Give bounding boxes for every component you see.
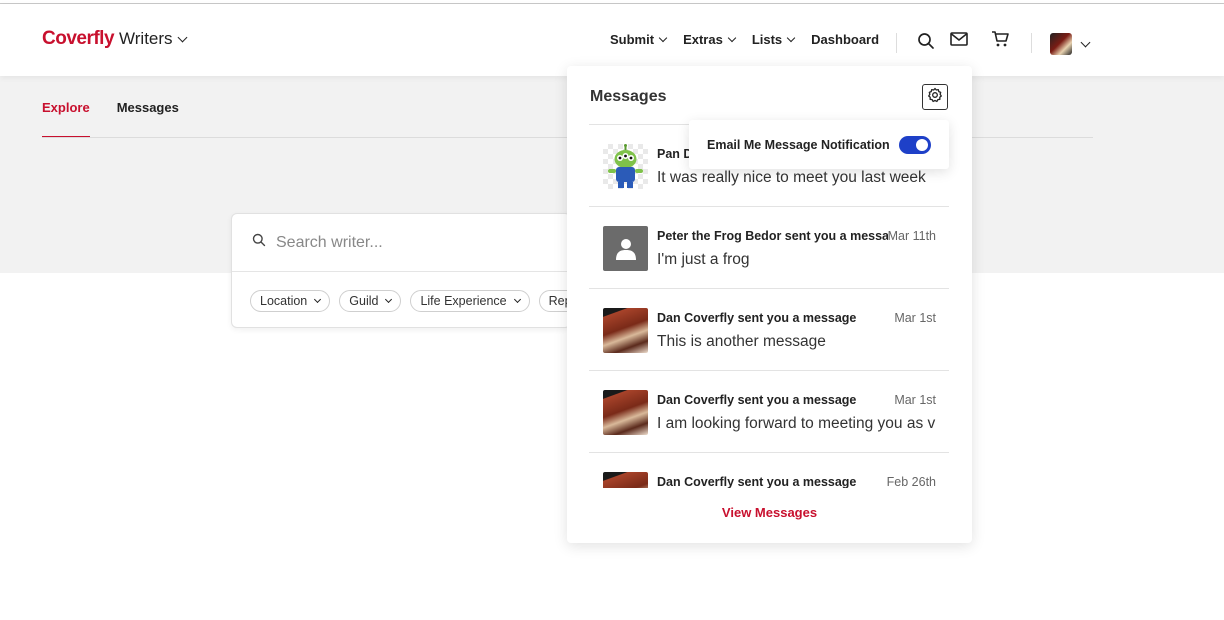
search-icon[interactable] bbox=[917, 32, 935, 55]
chevron-down-icon bbox=[385, 295, 393, 304]
filter-life-experience[interactable]: Life Experience bbox=[410, 290, 530, 312]
message-list: Pan D It was really nice to meet you las… bbox=[589, 125, 949, 488]
view-messages-link[interactable]: View Messages bbox=[567, 505, 972, 520]
chevron-down-icon bbox=[786, 33, 796, 42]
nav-divider bbox=[1031, 33, 1032, 53]
gear-icon bbox=[927, 87, 943, 108]
search-row bbox=[232, 214, 570, 272]
avatar bbox=[1050, 33, 1072, 55]
avatar bbox=[603, 472, 648, 488]
avatar bbox=[603, 144, 648, 189]
toggle-knob bbox=[916, 139, 928, 151]
chevron-down-icon bbox=[177, 32, 187, 42]
brand-logo: Coverfly bbox=[42, 28, 115, 49]
main-nav: Submit Extras Lists Dashboard bbox=[610, 32, 896, 47]
message-date: Mar 11th bbox=[887, 229, 936, 243]
message-date: Mar 1st bbox=[894, 311, 936, 325]
filter-chips: Location Guild Life Experience Rep bbox=[250, 290, 570, 312]
tab-messages[interactable]: Messages bbox=[117, 100, 179, 138]
writer-search-card: Location Guild Life Experience Rep bbox=[231, 213, 571, 328]
mail-icon[interactable] bbox=[950, 31, 968, 52]
filter-guild[interactable]: Guild bbox=[339, 290, 402, 312]
message-preview: This is another message bbox=[657, 333, 826, 350]
message-preview: I'm just a frog bbox=[657, 251, 750, 268]
message-item[interactable]: Dan Coverfly sent you a message Mar 1st … bbox=[589, 289, 949, 371]
page-tabs: Explore Messages bbox=[42, 100, 206, 138]
account-menu[interactable] bbox=[1050, 33, 1091, 55]
chevron-down-icon bbox=[1080, 37, 1091, 47]
nav-dashboard[interactable]: Dashboard bbox=[811, 32, 879, 47]
product-name: Writers bbox=[119, 29, 173, 48]
nav-lists[interactable]: Lists bbox=[752, 32, 796, 47]
filter-location[interactable]: Location bbox=[250, 290, 331, 312]
chevron-down-icon bbox=[513, 295, 521, 304]
messages-panel-title: Messages bbox=[590, 88, 667, 105]
nav-divider bbox=[896, 33, 897, 53]
message-preview: I am looking forward to meeting you as v bbox=[657, 415, 936, 432]
nav-extras[interactable]: Extras bbox=[683, 32, 737, 47]
search-icon bbox=[252, 233, 266, 252]
chevron-down-icon bbox=[658, 33, 668, 42]
message-item[interactable]: Dan Coverfly sent you a message Mar 1st … bbox=[589, 371, 949, 453]
notification-settings-popover: Email Me Message Notification bbox=[689, 120, 949, 169]
message-settings-button[interactable] bbox=[922, 84, 948, 110]
writer-search-input[interactable] bbox=[276, 233, 556, 252]
message-item[interactable]: Peter the Frog Bedor sent you a message … bbox=[589, 207, 949, 289]
cart-icon[interactable] bbox=[991, 30, 1010, 53]
email-notification-label: Email Me Message Notification bbox=[707, 137, 890, 152]
chevron-down-icon bbox=[314, 295, 322, 304]
message-date: Mar 1st bbox=[894, 393, 936, 407]
avatar bbox=[603, 226, 648, 271]
tab-explore[interactable]: Explore bbox=[42, 100, 90, 138]
message-preview: It was really nice to meet you last week bbox=[657, 169, 926, 186]
nav-submit[interactable]: Submit bbox=[610, 32, 668, 47]
message-date: Feb 26th bbox=[886, 475, 936, 488]
email-notification-toggle[interactable] bbox=[899, 136, 931, 154]
avatar bbox=[603, 390, 648, 435]
user-icon bbox=[615, 238, 636, 260]
message-item[interactable]: Dan Coverfly sent you a message Feb 26th bbox=[589, 453, 949, 488]
chevron-down-icon bbox=[727, 33, 737, 42]
avatar bbox=[603, 308, 648, 353]
brand-switcher[interactable]: Coverfly Writers bbox=[42, 28, 187, 50]
